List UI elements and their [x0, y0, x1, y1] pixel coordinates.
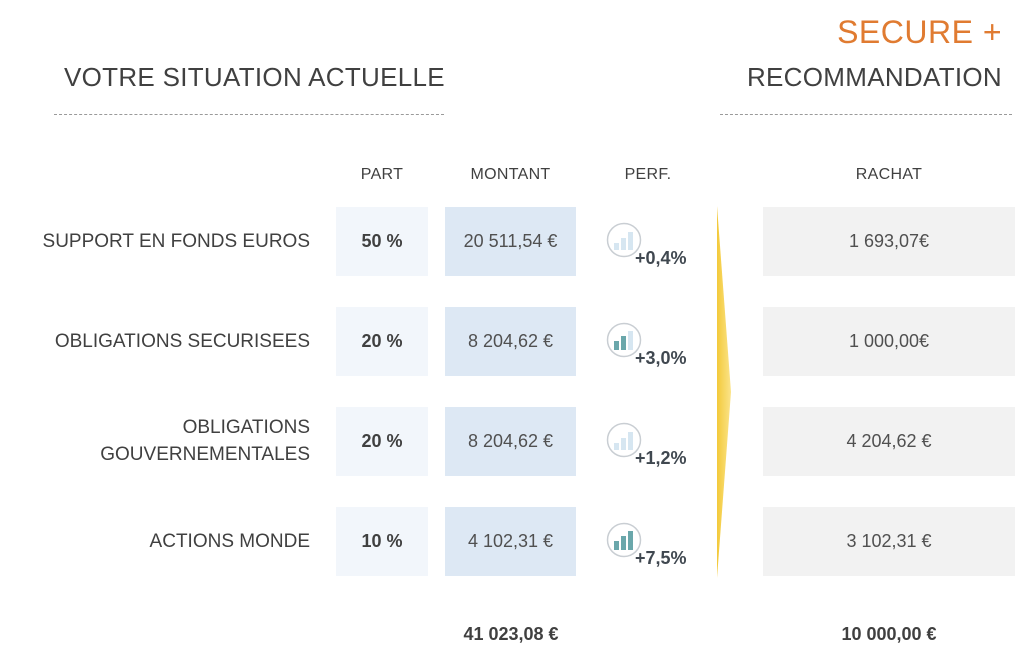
perf-cell: +1,2%: [604, 414, 704, 483]
header-rachat: RACHAT: [855, 166, 923, 183]
row-label-line: SUPPORT EN FONDS EUROS: [42, 231, 310, 252]
perf-value: +0,4%: [635, 248, 687, 268]
row-label-actions-monde: ACTIONS MONDE: [20, 528, 310, 555]
header-montant: MONTANT: [470, 166, 551, 183]
montant-cell: 8 204,62 €: [445, 407, 576, 476]
perf-cell: +3,0%: [604, 314, 704, 383]
perf-cell: +0,4%: [604, 214, 704, 283]
row-label-line: GOUVERNEMENTALES: [100, 444, 310, 465]
rachat-cell: 1 693,07€: [763, 207, 1015, 276]
current-situation-title: VOTRE SITUATION ACTUELLE: [64, 62, 445, 92]
row-label-line: OBLIGATIONS SECURISEES: [54, 331, 310, 352]
row-label-obligations-securisees: OBLIGATIONS SECURISEES: [20, 328, 310, 355]
total-montant: 41 023,08 €: [463, 624, 559, 644]
montant-cell: 8 204,62 €: [445, 307, 576, 376]
total-rachat: 10 000,00 €: [841, 624, 937, 644]
perf-value: +3,0%: [635, 348, 687, 368]
montant-cell: 4 102,31 €: [445, 507, 576, 576]
part-cell: 20 %: [336, 307, 428, 376]
rachat-cell: 3 102,31 €: [763, 507, 1015, 576]
perf-value: +7,5%: [635, 548, 687, 568]
header-part: PART: [360, 166, 404, 183]
row-label-obligations-gouvernementales: OBLIGATIONS GOUVERNEMENTALES: [20, 414, 310, 468]
part-cell: 20 %: [336, 407, 428, 476]
part-cell: 10 %: [336, 507, 428, 576]
row-label-line: OBLIGATIONS: [182, 417, 310, 438]
header-perf: PERF.: [624, 166, 672, 183]
rachat-cell: 4 204,62 €: [763, 407, 1015, 476]
perf-value: +1,2%: [635, 448, 687, 468]
part-cell: 50 %: [336, 207, 428, 276]
montant-cell: 20 511,54 €: [445, 207, 576, 276]
recommendation-title: RECOMMANDATION: [746, 62, 1002, 92]
rachat-cell: 1 000,00€: [763, 307, 1015, 376]
left-divider: [54, 114, 444, 115]
right-divider: [720, 114, 1012, 115]
perf-cell: +7,5%: [604, 514, 704, 583]
row-label-line: ACTIONS MONDE: [149, 531, 310, 552]
row-label-fonds-euros: SUPPORT EN FONDS EUROS: [20, 228, 310, 255]
brand-title: SECURE +: [837, 14, 1002, 50]
recommendation-arrow-icon: [717, 206, 731, 578]
